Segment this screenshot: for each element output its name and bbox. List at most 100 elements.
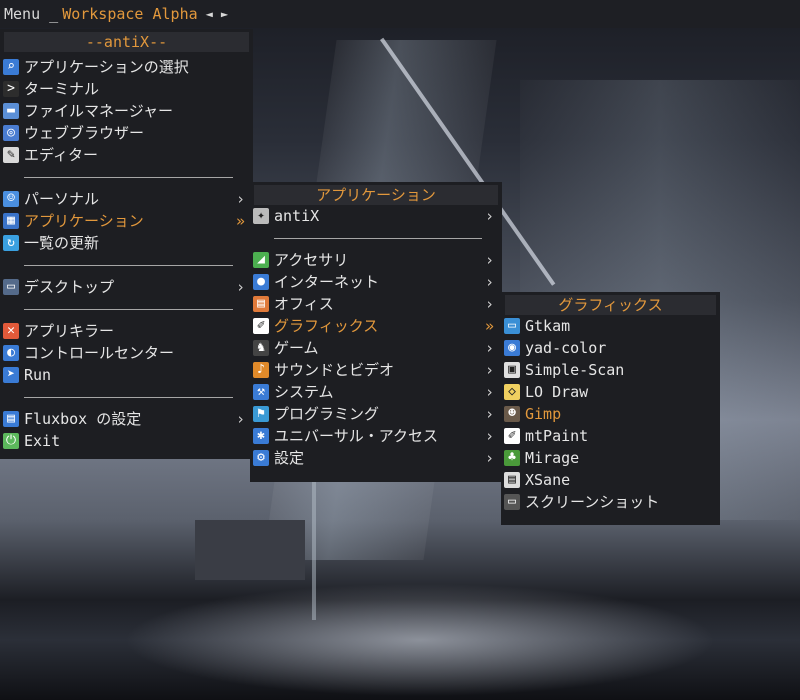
submenu-arrow-icon: › [484, 427, 494, 445]
menu-item-run[interactable]: ➤ Run [0, 364, 253, 386]
workspace-name[interactable]: Workspace Alpha [62, 5, 197, 23]
menu-item-xsane[interactable]: ▤ XSane [501, 469, 720, 491]
desktop-icon: ▭ [3, 279, 19, 295]
refresh-icon: ↻ [3, 235, 19, 251]
menu-item-label: サウンドとビデオ [274, 361, 395, 379]
menu-item-office[interactable]: ▤ オフィス › [250, 293, 502, 315]
main-menu: --antiX-- ⌕ アプリケーションの選択 > ターミナル ▬ ファイルマネージャー ◎ ウ… [0, 29, 253, 459]
menu-separator [250, 227, 502, 249]
menu-item-label: パーソナル [24, 190, 100, 208]
submenu-arrow-icon: › [484, 361, 494, 379]
menu-item-lo-draw[interactable]: ◇ LO Draw [501, 381, 720, 403]
menu-item-terminal[interactable]: > ターミナル [0, 78, 253, 100]
menu-item-internet[interactable]: ● インターネット › [250, 271, 502, 293]
menu-separator [0, 166, 253, 188]
menu-item-label: Fluxbox の設定 [24, 410, 142, 428]
graphics-menu-title: グラフィックス [505, 295, 716, 315]
accessibility-icon: ✱ [253, 428, 269, 444]
menu-item-person[interactable]: ☺ パーソナル › [0, 188, 253, 210]
menu-item-search[interactable]: ⌕ アプリケーションの選択 [0, 56, 253, 78]
scanner-icon: ▣ [504, 362, 520, 378]
graphics-icon: ✐ [253, 318, 269, 334]
menu-item-sound-video[interactable]: ♪ サウンドとビデオ › [250, 359, 502, 381]
menu-item-label: プログラミング [274, 405, 380, 423]
menu-item-accessories[interactable]: ◢ アクセサリ › [250, 249, 502, 271]
workspace-prev-button[interactable]: ◄ [206, 7, 213, 21]
menu-item-label: LO Draw [525, 383, 589, 401]
taskbar: Menu _ Workspace Alpha ◄ ► [0, 0, 800, 28]
submenu-arrow-icon: » [235, 212, 245, 230]
menu-item-refresh[interactable]: ↻ 一覧の更新 [0, 232, 253, 254]
color-picker-icon: ◉ [504, 340, 520, 356]
menu-item-kill[interactable]: ✕ アプリキラー [0, 320, 253, 342]
workspace-next-button[interactable]: ► [221, 7, 228, 21]
submenu-arrow-icon: › [235, 410, 245, 428]
menu-item-editor[interactable]: ✎ エディター [0, 144, 253, 166]
menu-item-settings[interactable]: ⚙ 設定 › [250, 447, 502, 469]
menu-item-label: アプリケーション [24, 212, 144, 230]
editor-icon: ✎ [3, 147, 19, 163]
menu-separator [0, 254, 253, 276]
menu-item-folder[interactable]: ▬ ファイルマネージャー [0, 100, 253, 122]
menu-item-system[interactable]: ⚒ システム › [250, 381, 502, 403]
office-icon: ▤ [253, 296, 269, 312]
menu-item-label: スクリーンショット [525, 493, 660, 511]
submenu-arrow-icon: › [484, 383, 494, 401]
menu-item-label: Gtkam [525, 317, 571, 335]
menu-item-mtpaint[interactable]: ✐ mtPaint [501, 425, 720, 447]
menu-item-gtkam[interactable]: ▭ Gtkam [501, 315, 720, 337]
menu-item-desktop[interactable]: ▭ デスクトップ › [0, 276, 253, 298]
fluxbox-settings-icon: ▤ [3, 411, 19, 427]
menu-item-power[interactable]: ⏻ Exit [0, 430, 253, 452]
system-icon: ⚒ [253, 384, 269, 400]
menu-item-control-center[interactable]: ◐ コントロールセンター [0, 342, 253, 364]
menu-item-fluxbox-settings[interactable]: ▤ Fluxbox の設定 › [0, 408, 253, 430]
menu-item-graphics[interactable]: ✐ グラフィックス » [250, 315, 502, 337]
menu-item-screenshot[interactable]: ▭ スクリーンショット [501, 491, 720, 513]
search-icon: ⌕ [3, 59, 19, 75]
menu-item-palm-tree[interactable]: ♣ Mirage [501, 447, 720, 469]
settings-icon: ⚙ [253, 450, 269, 466]
menu-item-label: オフィス [274, 295, 334, 313]
submenu-arrow-icon: › [484, 339, 494, 357]
accessories-icon: ◢ [253, 252, 269, 268]
antix-icon: ✦ [253, 208, 269, 224]
menu-item-antix[interactable]: ✦ antiX › [250, 205, 502, 227]
submenu-arrow-icon: › [484, 251, 494, 269]
menu-item-label: アプリキラー [24, 322, 115, 340]
menu-item-label: Gimp [525, 405, 562, 423]
menu-item-game[interactable]: ♞ ゲーム › [250, 337, 502, 359]
menu-item-label: デスクトップ [24, 278, 115, 296]
menu-item-programming[interactable]: ⚑ プログラミング › [250, 403, 502, 425]
menu-item-label: antiX [274, 207, 320, 225]
main-menu-title: --antiX-- [4, 32, 249, 52]
lo-draw-icon: ◇ [504, 384, 520, 400]
menu-separator [0, 298, 253, 320]
person-icon: ☺ [3, 191, 19, 207]
gtkam-icon: ▭ [504, 318, 520, 334]
menu-item-label: 一覧の更新 [24, 234, 100, 252]
run-icon: ➤ [3, 367, 19, 383]
submenu-arrow-icon: › [484, 405, 494, 423]
menu-item-label: コントロールセンター [24, 344, 175, 362]
menu-item-label: 設定 [274, 449, 305, 467]
terminal-icon: > [3, 81, 19, 97]
palm-tree-icon: ♣ [504, 450, 520, 466]
apps-icon: ▦ [3, 213, 19, 229]
submenu-arrow-icon: › [235, 278, 245, 296]
menu-item-accessibility[interactable]: ✱ ユニバーサル・アクセス › [250, 425, 502, 447]
submenu-arrow-icon: › [484, 295, 494, 313]
menu-item-label: Simple-Scan [525, 361, 625, 379]
graphics-submenu: グラフィックス ▭ Gtkam ◉ yad-color ▣ Simple-Scan ◇ LO D… [501, 292, 720, 525]
menu-item-color-picker[interactable]: ◉ yad-color [501, 337, 720, 359]
menu-item-scanner[interactable]: ▣ Simple-Scan [501, 359, 720, 381]
wallpaper-box [195, 520, 305, 580]
menu-item-apps[interactable]: ▦ アプリケーション » [0, 210, 253, 232]
menu-item-label: Exit [24, 432, 61, 450]
menu-item-browser[interactable]: ◎ ウェブブラウザー [0, 122, 253, 144]
menu-item-gimp[interactable]: ☻ Gimp [501, 403, 720, 425]
menu-button[interactable]: Menu _ [4, 5, 58, 23]
programming-icon: ⚑ [253, 406, 269, 422]
menu-item-label: アプリケーションの選択 [24, 58, 189, 76]
menu-item-label: インターネット [274, 273, 380, 291]
